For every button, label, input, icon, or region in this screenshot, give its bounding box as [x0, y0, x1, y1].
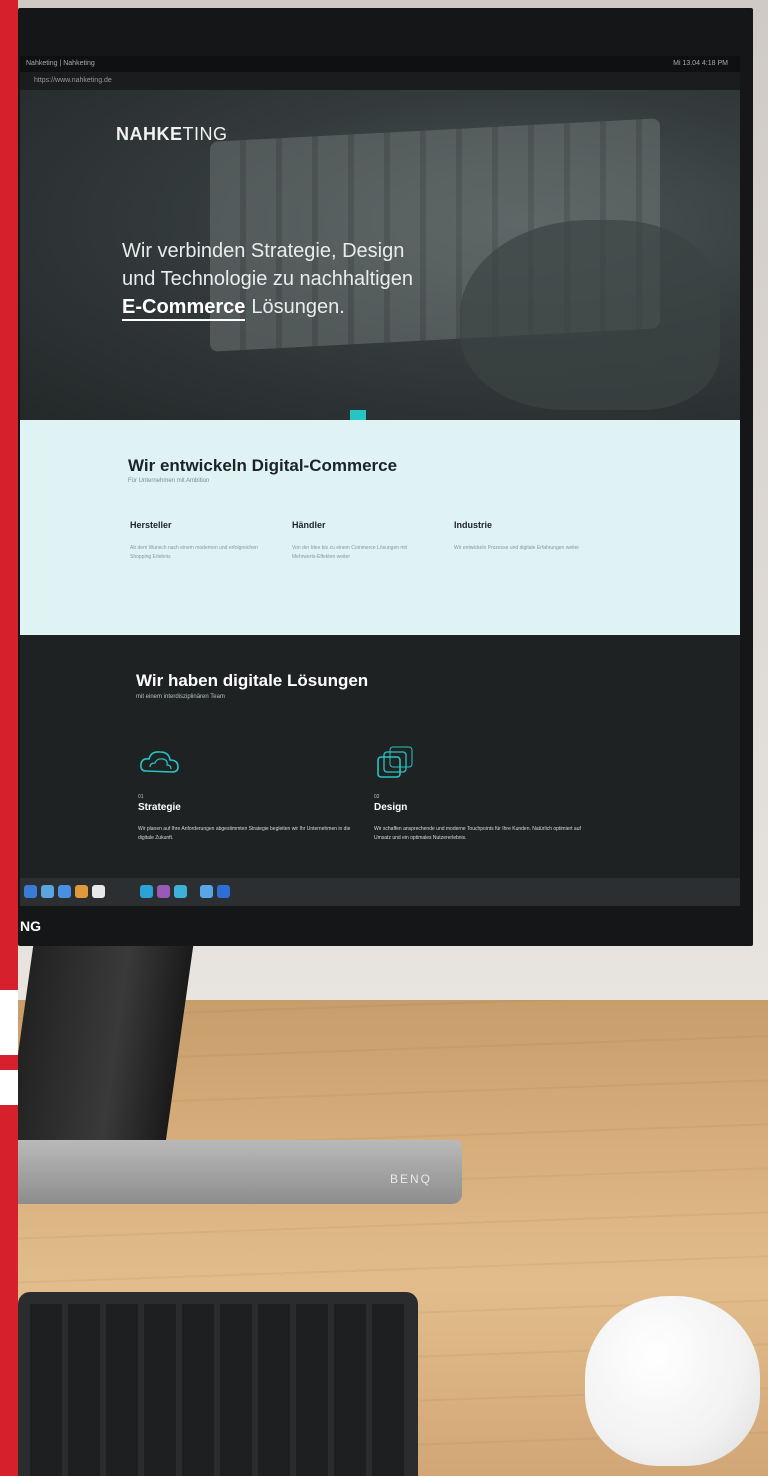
red-border-band: [0, 0, 18, 1476]
stand-brand-label: BENQ: [390, 1172, 433, 1186]
column-text: Von der Idee bis zu einem Commerce Lösun…: [292, 545, 408, 560]
solutions-section: Wir haben digitale Lösungen mit einem in…: [20, 635, 740, 885]
photos-icon[interactable]: [75, 885, 88, 898]
column-text: Ab dem Wunsch nach einem modernen und er…: [130, 545, 258, 560]
develop-section: Wir entwickeln Digital-Commerce Für Unte…: [20, 420, 740, 635]
hero-headline-line-2: und Technologie zu nachhaltigen: [122, 268, 413, 290]
hero-emphasis: E-Commerce: [122, 296, 246, 321]
column-heading: Hersteller: [130, 520, 172, 530]
hero-section: NAHKETING Wir verbinden Strategie, Desig…: [20, 90, 740, 420]
keyboard-keys: [30, 1304, 406, 1476]
notes-icon[interactable]: [174, 885, 187, 898]
service-strategy[interactable]: 01 Strategie Wir planen auf Ihre Anforde…: [138, 743, 358, 843]
photo-scene: BENQ NG Nahketing | Nahketing Mi 13.04 4…: [0, 0, 768, 1476]
app-store-icon[interactable]: [41, 885, 54, 898]
border-notch: [0, 990, 18, 1055]
monitor-screen: Nahketing | Nahketing Mi 13.04 4:18 PM h…: [20, 56, 740, 906]
url-text[interactable]: https://www.nahketing.de: [34, 77, 112, 84]
site-logo[interactable]: NAHKETING: [116, 124, 228, 145]
os-dock: [20, 878, 740, 906]
develop-column: Industrie Wir entwickeln Prozesse und di…: [454, 520, 594, 553]
cloud-outline-icon: [140, 751, 179, 773]
music-icon[interactable]: [157, 885, 170, 898]
desk-keyboard: [18, 1292, 418, 1476]
service-text: Wir planen auf Ihre Anforderungen abgest…: [138, 826, 351, 841]
messages-icon[interactable]: [140, 885, 153, 898]
browser-tab[interactable]: Nahketing | Nahketing: [26, 60, 95, 67]
mail-icon[interactable]: [58, 885, 71, 898]
finder-icon[interactable]: [24, 885, 37, 898]
service-text: Wir schaffen ansprechende und moderne To…: [374, 826, 581, 841]
logo-bold: NAHKE: [116, 124, 183, 144]
hero-headline-line-3: E-Commerce Lösungen.: [122, 296, 345, 321]
address-bar[interactable]: https://www.nahketing.de: [20, 72, 740, 90]
column-heading: Händler: [292, 520, 326, 530]
service-number: 02: [374, 794, 380, 800]
column-text: Wir entwickeln Prozesse und digitale Erf…: [454, 545, 580, 551]
border-notch: [0, 1070, 18, 1105]
desk-mouse: [585, 1296, 760, 1466]
monitor-stand-neck: [5, 940, 195, 1140]
service-heading: Strategie: [138, 802, 181, 813]
settings-icon[interactable]: [200, 885, 213, 898]
browser-icon[interactable]: [92, 885, 105, 898]
develop-subtitle: Für Unternehmen mit Ambition: [128, 478, 210, 484]
develop-title: Wir entwickeln Digital-Commerce: [128, 456, 398, 475]
service-design[interactable]: 02 Design Wir schaffen ansprechende und …: [374, 743, 594, 843]
logo-light: TING: [182, 124, 228, 144]
solutions-subtitle: mit einem interdisziplinären Team: [136, 694, 225, 700]
service-number: 01: [138, 794, 144, 800]
folder-icon[interactable]: [217, 885, 230, 898]
hero-headline-line-1: Wir verbinden Strategie, Design: [122, 240, 405, 262]
develop-column: Händler Von der Idee bis zu einem Commer…: [292, 520, 432, 562]
os-top-bar: Nahketing | Nahketing Mi 13.04 4:18 PM: [20, 56, 740, 72]
stacked-squares-icon: [377, 746, 413, 778]
service-heading: Design: [374, 802, 408, 813]
column-heading: Industrie: [454, 520, 493, 530]
solutions-title: Wir haben digitale Lösungen: [136, 671, 369, 690]
hero-line-3-rest: Lösungen.: [251, 296, 345, 318]
os-status-clock: Mi 13.04 4:18 PM: [673, 60, 728, 67]
hero-hands-image: [460, 220, 720, 410]
develop-column: Hersteller Ab dem Wunsch nach einem mode…: [130, 520, 270, 562]
bezel-brand-label: NG: [20, 918, 41, 934]
